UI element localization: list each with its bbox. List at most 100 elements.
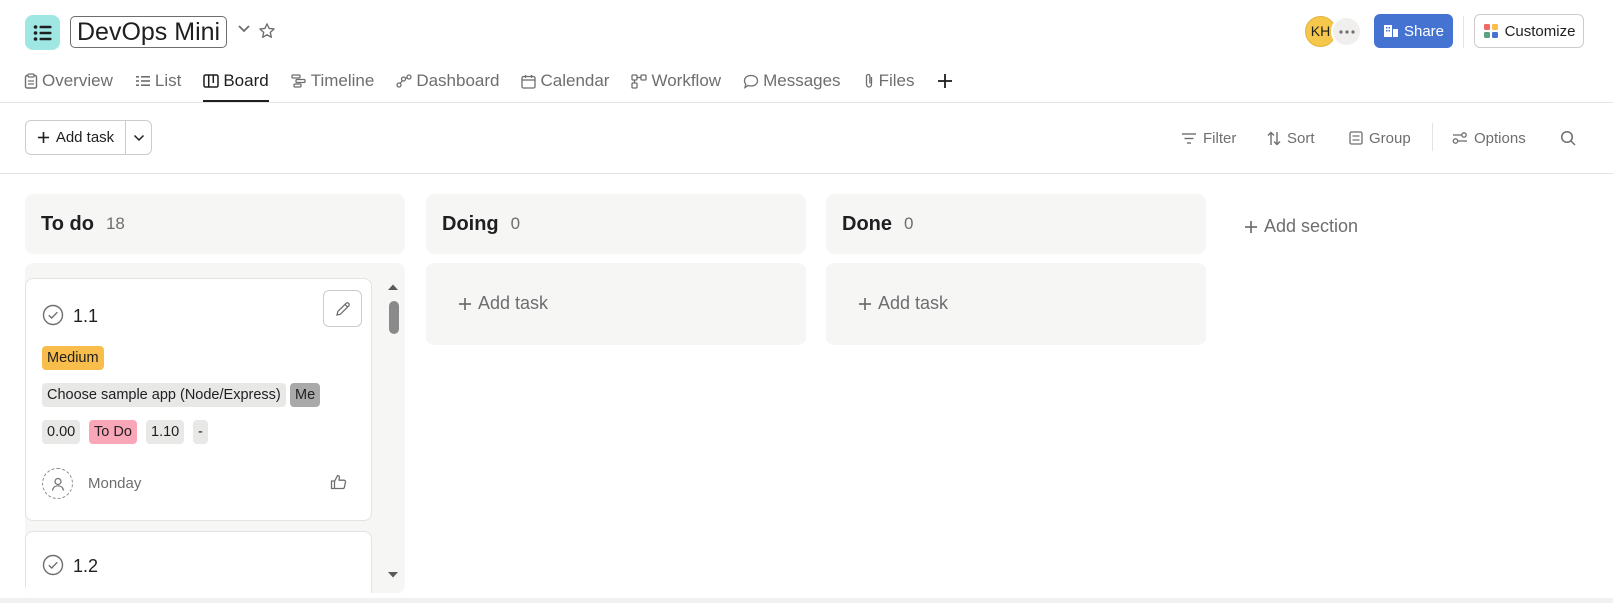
- thumbs-up-icon: [330, 474, 347, 490]
- tab-label: List: [154, 71, 182, 90]
- column-add-task-button[interactable]: Add task: [458, 293, 548, 314]
- estimate-tag[interactable]: 0.00: [42, 420, 81, 444]
- options-button[interactable]: Options: [1452, 124, 1526, 152]
- workflow-icon: [631, 73, 648, 89]
- plus-icon: [459, 297, 471, 310]
- search-icon: [1560, 130, 1576, 146]
- project-tabs: Overview List Board Timeline Dashboard C…: [24, 62, 954, 102]
- divider: [0, 102, 1613, 103]
- add-section-label: Add section: [1264, 216, 1359, 236]
- customize-label: Customize: [1504, 22, 1576, 40]
- description-tag[interactable]: Choose sample app (Node/Express): [42, 383, 286, 407]
- plus-icon: [859, 297, 871, 310]
- tab-timeline[interactable]: Timeline: [291, 62, 375, 100]
- add-task-button[interactable]: Add task: [26, 121, 126, 154]
- add-task-dropdown-button[interactable]: [126, 121, 151, 154]
- customize-button[interactable]: Customize: [1474, 14, 1584, 48]
- version-tag[interactable]: 1.10: [146, 420, 185, 444]
- list-icon: [33, 24, 51, 41]
- filter-label: Filter: [1203, 129, 1237, 147]
- clipboard-icon: [24, 73, 38, 89]
- task-card[interactable]: 1.1 Medium Choose sample app (Node/Expre…: [25, 278, 372, 521]
- options-label: Options: [1474, 129, 1526, 147]
- edit-task-button[interactable]: [323, 290, 362, 327]
- window-bottom-edge: [0, 598, 1613, 603]
- tab-messages[interactable]: Messages: [743, 62, 841, 100]
- filter-icon: [1182, 132, 1196, 144]
- search-button[interactable]: [1560, 124, 1576, 152]
- more-members-icon[interactable]: [1331, 16, 1362, 47]
- column-header-to-do[interactable]: To do 18: [25, 194, 405, 254]
- priority-tag[interactable]: Medium: [42, 346, 104, 370]
- dashboard-icon: [396, 74, 412, 88]
- tab-label: Board: [223, 71, 269, 90]
- customize-grid-icon: [1483, 24, 1498, 38]
- share-label: Share: [1403, 22, 1445, 40]
- add-task-label: Add task: [878, 293, 949, 313]
- sort-button[interactable]: Sort: [1267, 124, 1315, 152]
- group-button[interactable]: Group: [1349, 124, 1411, 152]
- tab-label: Workflow: [651, 71, 722, 90]
- sort-label: Sort: [1287, 129, 1315, 147]
- add-section-button[interactable]: Add section: [1244, 216, 1358, 237]
- tab-calendar[interactable]: Calendar: [521, 62, 609, 100]
- tab-list[interactable]: List: [135, 62, 181, 100]
- tab-label: Messages: [763, 71, 841, 90]
- column-count: 0: [904, 214, 914, 233]
- column-body-doing: Add task: [426, 263, 806, 345]
- tab-label: Timeline: [310, 71, 375, 90]
- plus-icon: [1245, 220, 1257, 233]
- board-icon: [203, 73, 220, 88]
- column-name: Doing: [442, 212, 499, 235]
- add-tab-button[interactable]: [936, 62, 954, 100]
- scroll-down-arrow[interactable]: [387, 571, 399, 579]
- calendar-icon: [521, 74, 537, 89]
- column-body-to-do: 1.1 Medium Choose sample app (Node/Expre…: [25, 263, 405, 593]
- tab-workflow[interactable]: Workflow: [631, 62, 721, 100]
- scroll-up-arrow[interactable]: [387, 283, 399, 291]
- column-name: Done: [842, 212, 892, 235]
- timeline-icon: [291, 74, 306, 88]
- tab-dashboard[interactable]: Dashboard: [396, 62, 499, 100]
- tab-overview[interactable]: Overview: [24, 62, 113, 100]
- task-card[interactable]: 1.2: [25, 531, 372, 593]
- status-badge[interactable]: To Do: [89, 420, 137, 444]
- scrollbar-thumb[interactable]: [389, 301, 399, 334]
- column-body-done: Add task: [826, 263, 1206, 345]
- tab-board[interactable]: Board: [203, 62, 270, 102]
- divider: [0, 173, 1613, 174]
- due-date[interactable]: Monday: [88, 475, 141, 492]
- column-header-done[interactable]: Done 0: [826, 194, 1206, 254]
- task-name[interactable]: 1.2: [73, 556, 98, 577]
- tab-files[interactable]: Files: [863, 62, 915, 100]
- add-task-split-button: Add task: [25, 120, 152, 155]
- project-list-icon[interactable]: [25, 15, 60, 50]
- share-button[interactable]: Share: [1374, 14, 1453, 48]
- message-icon: [743, 74, 759, 89]
- column-header-doing[interactable]: Doing 0: [426, 194, 806, 254]
- assignee-button[interactable]: [42, 468, 73, 499]
- chevron-down-icon[interactable]: [237, 24, 251, 34]
- like-button[interactable]: [330, 474, 347, 490]
- column-add-task-button[interactable]: Add task: [858, 293, 948, 314]
- group-label: Group: [1369, 129, 1411, 147]
- sort-icon: [1267, 131, 1281, 145]
- add-task-label: Add task: [55, 129, 115, 146]
- tab-label: Overview: [42, 71, 113, 90]
- check-circle-icon: [42, 554, 64, 576]
- divider: [1432, 123, 1433, 151]
- project-title[interactable]: DevOps Mini: [70, 16, 228, 48]
- project-header: DevOps Mini KH Share Customize: [0, 0, 1613, 55]
- tab-label: Files: [878, 71, 915, 90]
- task-name[interactable]: 1.1: [73, 306, 98, 327]
- column-name: To do: [41, 212, 94, 235]
- tab-label: Dashboard: [416, 71, 500, 90]
- paperclip-icon: [865, 73, 872, 88]
- empty-field-tag[interactable]: -: [193, 420, 208, 444]
- star-icon[interactable]: [258, 22, 276, 40]
- column-count: 18: [105, 214, 125, 233]
- filter-button[interactable]: Filter: [1181, 124, 1236, 152]
- owner-tag[interactable]: Me: [290, 383, 321, 407]
- complete-checkbox[interactable]: [42, 304, 64, 326]
- complete-checkbox[interactable]: [42, 554, 64, 576]
